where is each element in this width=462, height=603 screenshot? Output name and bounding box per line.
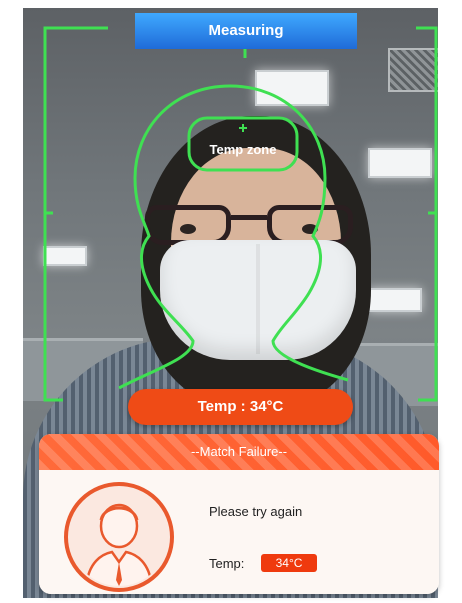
- frame-corner-bottom-left: [43, 233, 63, 402]
- status-title: Measuring: [135, 13, 357, 49]
- match-result-title: --Match Failure--: [39, 434, 439, 470]
- person-avatar-icon: [84, 503, 154, 586]
- frame-corner-top-right: [416, 26, 438, 233]
- temperature-scan-screen: Temp zone Measuring Temp : 34°C --Match …: [0, 0, 462, 603]
- frame-corner-bottom-right: [418, 233, 438, 402]
- temp-zone-label: Temp zone: [210, 142, 277, 157]
- head-outline-guide: [118, 84, 349, 390]
- avatar: [64, 482, 174, 592]
- temp-value-badge: 34°C: [261, 554, 317, 572]
- temperature-readout: Temp : 34°C: [128, 389, 353, 425]
- match-result-card: --Match Failure-- Please try again Temp:…: [39, 434, 439, 594]
- match-message: Please try again: [209, 504, 303, 519]
- temp-label: Temp:: [209, 556, 245, 571]
- match-result-body: Please try again Temp: 34°C: [39, 470, 439, 594]
- frame-corner-top-left: [43, 26, 108, 48]
